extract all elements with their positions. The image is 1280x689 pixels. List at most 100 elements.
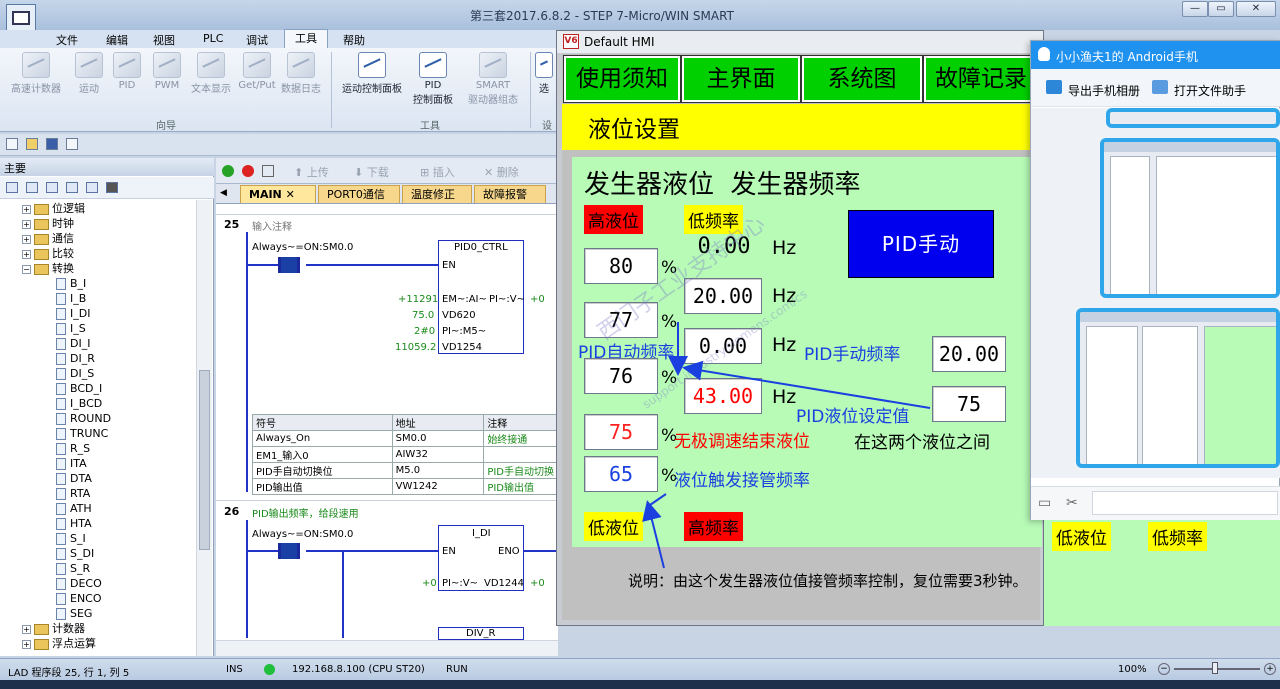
expand-icon[interactable]: − xyxy=(22,264,31,274)
expand-icon[interactable]: + xyxy=(22,249,31,259)
tree-view-icon[interactable] xyxy=(26,182,38,193)
expand-icon[interactable]: + xyxy=(22,219,31,229)
tree-instruction-item[interactable]: DECO xyxy=(56,576,102,591)
menu-tools[interactable]: 工具 xyxy=(284,29,328,49)
close-button[interactable]: ✕ xyxy=(1236,1,1276,17)
nav-instructions-button[interactable]: 使用须知 xyxy=(563,55,681,103)
tree-instruction-item[interactable]: ATH xyxy=(56,501,92,516)
tree-instruction-item[interactable]: RTA xyxy=(56,486,90,501)
pid-manual-freq-field[interactable]: 20.00 xyxy=(932,336,1006,372)
tree-instruction-item[interactable]: R_S xyxy=(56,441,90,456)
run-icon[interactable] xyxy=(222,165,234,177)
open-folder-icon[interactable] xyxy=(26,138,38,150)
tree-folder-item[interactable]: + 时钟 xyxy=(22,216,74,231)
tree-instruction-item[interactable]: S_I xyxy=(56,531,86,546)
tab-scroll-left-icon[interactable]: ◀ xyxy=(220,188,227,198)
tree-instruction-item[interactable]: ITA xyxy=(56,456,87,471)
scroll-thumb[interactable] xyxy=(199,370,210,550)
delete-button[interactable]: ✕ 删除 xyxy=(484,164,519,180)
file-helper-button[interactable]: 打开文件助手 xyxy=(1174,82,1246,99)
chat-image-thumbnail[interactable] xyxy=(1100,138,1280,298)
tree-instruction-item[interactable]: ENCO xyxy=(56,591,102,606)
drive-config-button[interactable]: SMART 驱动器组态 xyxy=(460,52,526,106)
menu-file[interactable]: 文件 xyxy=(56,32,78,48)
tree-instruction-item[interactable]: S_R xyxy=(56,561,90,576)
menu-edit[interactable]: 编辑 xyxy=(106,32,128,48)
tree-view-icon[interactable] xyxy=(6,182,18,193)
download-button[interactable]: ⬇ 下载 xyxy=(354,164,389,180)
tree-instruction-item[interactable]: HTA xyxy=(56,516,92,531)
tree-scrollbar[interactable] xyxy=(196,200,212,656)
tree-view-icon[interactable] xyxy=(46,182,58,193)
pwm-wizard-button[interactable]: PWM xyxy=(146,52,188,91)
contact-always-on[interactable] xyxy=(278,257,300,273)
nav-main-button[interactable]: 主界面 xyxy=(681,55,801,103)
options-button[interactable]: 选 xyxy=(534,52,554,95)
pid-panel-button[interactable]: PID 控制面板 xyxy=(408,52,458,106)
tree-instruction-item[interactable]: TRUNC xyxy=(56,426,108,441)
menu-debug[interactable]: 调试 xyxy=(246,32,268,48)
tree-folder-item[interactable]: − 转换 xyxy=(22,261,74,276)
high-freq-field[interactable]: 43.00 xyxy=(684,378,762,414)
zoom-slider-thumb[interactable] xyxy=(1212,662,1218,674)
chat-image-thumbnail[interactable] xyxy=(1076,308,1280,468)
tab-port0[interactable]: PORT0通信 xyxy=(318,185,400,203)
nav-system-button[interactable]: 系统图 xyxy=(801,55,923,103)
save-icon[interactable] xyxy=(46,138,58,150)
tree-view-icon[interactable] xyxy=(66,182,78,193)
tree-instruction-item[interactable]: I_B xyxy=(56,291,86,306)
hsc-wizard-button[interactable]: 高速计数器 xyxy=(4,52,68,95)
tree-folder-item[interactable]: + 通信 xyxy=(22,231,74,246)
chat-image-thumbnail[interactable] xyxy=(1106,108,1280,128)
text-display-button[interactable]: 文本显示 xyxy=(186,52,236,95)
phone-message-input[interactable] xyxy=(1092,491,1278,515)
tree-instruction-item[interactable]: I_S xyxy=(56,321,86,336)
pid-manual-button[interactable]: PID手动 xyxy=(848,210,994,278)
expand-icon[interactable]: + xyxy=(22,234,31,244)
maximize-button[interactable]: ▭ xyxy=(1208,1,1234,17)
tree-instruction-item[interactable]: B_I xyxy=(56,276,86,291)
minimize-button[interactable]: — xyxy=(1182,1,1208,17)
insert-button[interactable]: ⊞ 插入 xyxy=(420,164,455,180)
contact-always-on[interactable] xyxy=(278,543,300,559)
menu-view[interactable]: 视图 xyxy=(153,32,175,48)
print-icon[interactable] xyxy=(66,138,78,150)
tab-temp-correct[interactable]: 温度修正 xyxy=(402,185,472,203)
tree-instruction-item[interactable]: S_DI xyxy=(56,546,94,561)
tab-main[interactable]: MAIN ✕ xyxy=(240,185,316,203)
tree-instruction-item[interactable]: I_DI xyxy=(56,306,90,321)
pid-setpoint-field[interactable]: 75 xyxy=(932,386,1006,422)
datalog-button[interactable]: 数据日志 xyxy=(276,52,326,95)
tree-folder-item[interactable]: + 计数器 xyxy=(22,621,85,636)
nav-faults-button[interactable]: 故障记录 xyxy=(923,55,1039,103)
tree-instruction-item[interactable]: I_BCD xyxy=(56,396,102,411)
tab-fault-alarm[interactable]: 故障报警 xyxy=(474,185,546,203)
tree-folder-item[interactable]: + 比较 xyxy=(22,246,74,261)
tree-folder-item[interactable]: + 浮点运算 xyxy=(22,636,96,651)
network-comment[interactable]: 输入注释 xyxy=(252,218,292,233)
motion-wizard-button[interactable]: 运动 xyxy=(68,52,110,95)
stop-icon[interactable] xyxy=(242,165,254,177)
pid-wizard-button[interactable]: PID xyxy=(106,52,148,91)
menu-help[interactable]: 帮助 xyxy=(343,32,365,48)
tree-instruction-item[interactable]: ROUND xyxy=(56,411,111,426)
tree-instruction-item[interactable]: DI_R xyxy=(56,351,95,366)
tree-instruction-item[interactable]: DTA xyxy=(56,471,92,486)
expand-icon[interactable]: + xyxy=(22,204,31,214)
scissors-icon[interactable]: ✂ xyxy=(1066,495,1078,511)
new-file-icon[interactable] xyxy=(6,138,18,150)
zoom-out-icon[interactable]: − xyxy=(1158,663,1170,675)
app-icon[interactable] xyxy=(6,4,36,32)
menu-plc[interactable]: PLC xyxy=(203,32,223,45)
tree-instruction-item[interactable]: DI_I xyxy=(56,336,90,351)
stepless-end-field[interactable]: 75 xyxy=(584,414,658,450)
compile-icon[interactable] xyxy=(262,165,274,177)
zoom-in-icon[interactable]: + xyxy=(1264,663,1276,675)
tree-view-icon[interactable] xyxy=(86,182,98,193)
folder-icon[interactable]: ▭ xyxy=(1038,495,1051,511)
tree-instruction-item[interactable]: SEG xyxy=(56,606,92,621)
monitor-icon[interactable] xyxy=(106,182,118,193)
getput-button[interactable]: Get/Put xyxy=(236,52,278,91)
export-album-button[interactable]: 导出手机相册 xyxy=(1068,82,1140,99)
motion-panel-button[interactable]: 运动控制面板 xyxy=(336,52,408,95)
